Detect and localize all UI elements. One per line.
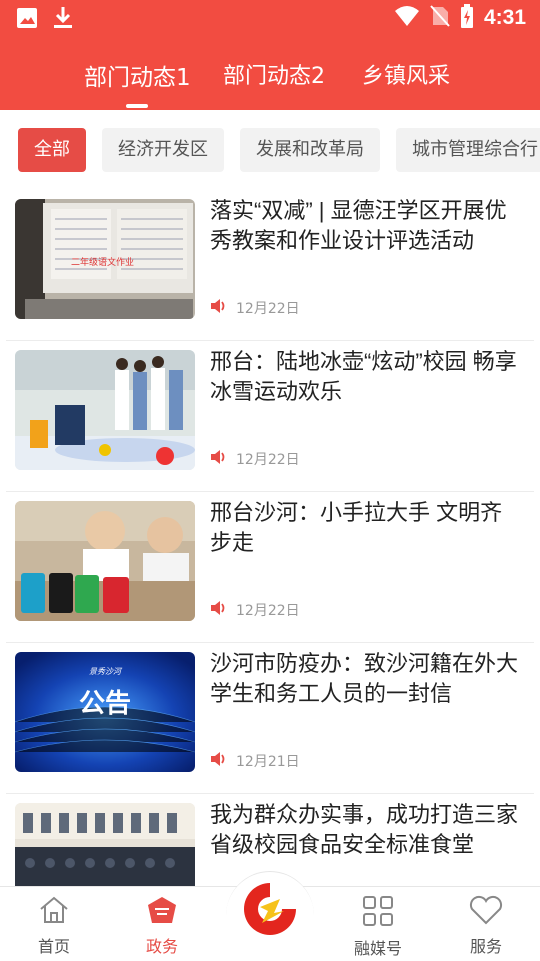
nav-home[interactable]: 首页	[14, 895, 94, 957]
app-logo-icon[interactable]	[240, 879, 300, 939]
thumbnail-caption: 公告	[79, 689, 131, 719]
home-icon	[38, 896, 70, 929]
audio-icon[interactable]	[210, 600, 228, 620]
article-title[interactable]: 邢台沙河：小手拉大手 文明齐步走	[210, 498, 522, 558]
image-icon	[16, 7, 38, 33]
grid-icon	[362, 896, 394, 931]
nav-label: 政务	[145, 937, 178, 956]
article-thumbnail: 二年级语文作业	[15, 199, 195, 319]
header: 部门动态1 部门动态2 乡镇风采	[0, 36, 540, 110]
article-date: 12月22日	[236, 603, 300, 619]
filter-chips: 全部 经济开发区 发展和改革局 城市管理综合行	[0, 110, 540, 190]
article-meta: 12月22日	[210, 449, 300, 469]
bottom-nav: 首页 政务 融媒号 服务	[0, 871, 540, 961]
article-title[interactable]: 沙河市防疫办：致沙河籍在外大学生和务工人员的一封信	[210, 649, 522, 709]
audio-icon[interactable]	[210, 751, 228, 771]
article-thumbnail: 景秀沙河 公告	[15, 652, 195, 772]
status-bar: 4:31	[0, 0, 540, 36]
thumbnail-caption: 二年级语文作业	[71, 256, 134, 268]
nav-label: 融媒号	[353, 939, 402, 958]
article-title[interactable]: 落实“双减” | 显德汪学区开展优秀教案和作业设计评选活动	[210, 196, 522, 256]
article-thumbnail	[15, 501, 195, 621]
list-item[interactable]: 邢台沙河：小手拉大手 文明齐步走 12月22日	[6, 492, 534, 643]
tab-department-news-2[interactable]: 部门动态2	[223, 58, 325, 90]
wifi-icon	[394, 5, 420, 31]
list-item[interactable]: 景秀沙河 公告 沙河市防疫办：致沙河籍在外大学生和务工人员的一封信 12月21日	[6, 643, 534, 794]
thumbnail-top-text: 景秀沙河	[89, 667, 123, 676]
no-sim-icon	[430, 5, 450, 31]
nav-media[interactable]: 融媒号	[338, 895, 418, 959]
article-date: 12月21日	[236, 754, 300, 770]
audio-icon[interactable]	[210, 298, 228, 318]
download-icon	[52, 6, 74, 34]
top-tabs: 部门动态1 部门动态2 乡镇风采	[0, 36, 540, 110]
chip-all[interactable]: 全部	[18, 128, 86, 172]
nav-label: 首页	[37, 937, 70, 956]
article-title[interactable]: 邢台：陆地冰壶“炫动”校园 畅享冰雪运动欢乐	[210, 347, 522, 407]
clock: 4:31	[483, 6, 526, 29]
chip-urban-management[interactable]: 城市管理综合行	[396, 128, 540, 172]
article-meta: 12月22日	[210, 298, 300, 318]
government-icon	[145, 897, 179, 929]
article-meta: 12月22日	[210, 600, 300, 620]
article-list: 二年级语文作业 落实“双减” | 显德汪学区开展优秀教案和作业设计评选活动 12…	[0, 190, 540, 886]
active-tab-indicator	[126, 104, 148, 108]
nav-government[interactable]: 政务	[122, 895, 202, 957]
article-meta: 12月21日	[210, 751, 300, 771]
article-date: 12月22日	[236, 452, 300, 468]
article-thumbnail	[15, 350, 195, 470]
nav-label: 服务	[469, 937, 502, 956]
article-thumbnail	[15, 803, 195, 886]
chip-development-reform-bureau[interactable]: 发展和改革局	[240, 128, 380, 172]
heart-icon	[468, 895, 504, 929]
tab-township-style[interactable]: 乡镇风采	[362, 58, 450, 90]
article-date: 12月22日	[236, 301, 300, 317]
chip-economic-development-zone[interactable]: 经济开发区	[102, 128, 224, 172]
list-item[interactable]: 邢台：陆地冰壶“炫动”校园 畅享冰雪运动欢乐 12月22日	[6, 341, 534, 492]
tab-department-news-1[interactable]: 部门动态1	[84, 58, 191, 92]
article-title[interactable]: 我为群众办实事，成功打造三家省级校园食品安全标准食堂	[210, 800, 522, 860]
battery-charging-icon	[460, 4, 474, 32]
nav-service[interactable]: 服务	[446, 895, 526, 957]
audio-icon[interactable]	[210, 449, 228, 469]
list-item[interactable]: 二年级语文作业 落实“双减” | 显德汪学区开展优秀教案和作业设计评选活动 12…	[6, 190, 534, 341]
